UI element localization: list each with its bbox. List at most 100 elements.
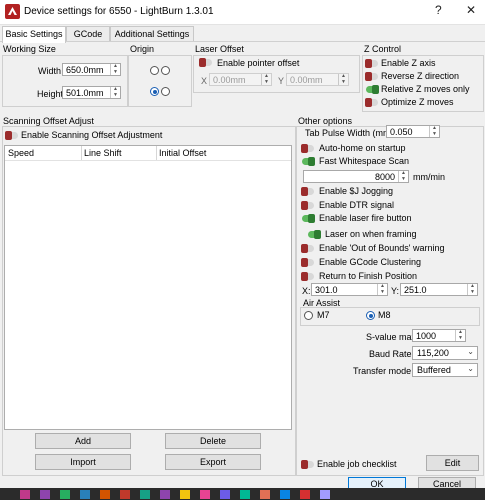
tab-pulse-label: Tab Pulse Width (mm)	[305, 128, 394, 138]
laser-framing-toggle[interactable]	[308, 230, 321, 239]
column-speed[interactable]: Speed	[8, 148, 34, 158]
taskbar-app-icon[interactable]	[60, 490, 70, 499]
origin-group	[128, 55, 192, 107]
scanning-offset-toggle[interactable]	[5, 131, 18, 140]
column-initial-offset[interactable]: Initial Offset	[159, 148, 206, 158]
out-of-bounds-toggle[interactable]	[301, 244, 314, 253]
title-bar: Device settings for 6550 - LightBurn 1.3…	[0, 0, 485, 25]
close-button[interactable]: ✕	[466, 3, 476, 17]
pointer-offset-toggle[interactable]	[199, 58, 212, 67]
offset-x-label: X	[201, 76, 208, 86]
taskbar-app-icon[interactable]	[100, 490, 110, 499]
whitespace-speed-input[interactable]: 8000 ▲ ▼	[303, 170, 409, 183]
other-options-title: Other options	[298, 116, 353, 126]
taskbar-app-icon[interactable]	[320, 490, 330, 499]
job-checklist-toggle[interactable]	[301, 460, 314, 469]
air-assist-m7-label: M7	[317, 310, 330, 320]
laser-offset-title: Laser Offset	[195, 44, 244, 54]
import-button[interactable]: Import	[35, 454, 131, 470]
jogging-toggle[interactable]	[301, 187, 314, 196]
taskbar-app-icon[interactable]	[240, 490, 250, 499]
whitespace-unit: mm/min	[413, 172, 445, 182]
auto-home-toggle[interactable]	[301, 144, 314, 153]
taskbar-app-icon[interactable]	[200, 490, 210, 499]
delete-button[interactable]: Delete	[165, 433, 261, 449]
taskbar-app-icon[interactable]	[260, 490, 270, 499]
return-finish-toggle[interactable]	[301, 272, 314, 281]
finish-x-input[interactable]: 301.0 ▲ ▼	[311, 283, 388, 296]
column-line-shift[interactable]: Line Shift	[84, 148, 122, 158]
pointer-offset-label: Enable pointer offset	[217, 58, 300, 68]
export-button[interactable]: Export	[165, 454, 261, 470]
finish-y-label: Y:	[391, 286, 400, 296]
add-button[interactable]: Add	[35, 433, 131, 449]
scanning-offset-label: Enable Scanning Offset Adjustment	[21, 130, 163, 140]
taskbar-app-icon[interactable]	[280, 490, 290, 499]
laser-fire-label: Enable laser fire button	[319, 213, 412, 223]
taskbar-app-icon[interactable]	[140, 490, 150, 499]
tab-pulse-input[interactable]: 0.050 ▲ ▼	[386, 125, 440, 138]
baud-rate-label: Baud Rate	[369, 349, 412, 359]
svalue-input[interactable]: 1000 ▲ ▼	[412, 329, 466, 342]
tab-additional-settings[interactable]: Additional Settings	[110, 26, 194, 42]
finish-x-label: X:	[302, 286, 311, 296]
dtr-toggle[interactable]	[301, 201, 314, 210]
taskbar-app-icon[interactable]	[180, 490, 190, 499]
job-checklist-label: Enable job checklist	[317, 459, 397, 469]
taskbar-app-icon[interactable]	[120, 490, 130, 499]
origin-top-left-radio[interactable]	[150, 66, 159, 75]
gcode-clustering-toggle[interactable]	[301, 258, 314, 267]
taskbar-app-icon[interactable]	[160, 490, 170, 499]
origin-bottom-right-radio[interactable]	[161, 87, 170, 96]
relative-z-label: Relative Z moves only	[381, 84, 470, 94]
scanning-title: Scanning Offset Adjust	[3, 116, 94, 126]
taskbar-app-icon[interactable]	[40, 490, 50, 499]
z-control-title: Z Control	[364, 44, 402, 54]
height-input[interactable]: 501.0mm ▲ ▼	[62, 86, 121, 99]
return-finish-label: Return to Finish Position	[319, 271, 418, 281]
fast-whitespace-label: Fast Whitespace Scan	[319, 156, 410, 166]
origin-bottom-left-radio[interactable]	[150, 87, 159, 96]
lightburn-logo-icon	[5, 4, 20, 19]
edit-checklist-button[interactable]: Edit	[426, 455, 479, 471]
baud-rate-select[interactable]: 115,200 ⌄	[412, 346, 478, 360]
width-input[interactable]: 650.0mm ▲ ▼	[62, 63, 121, 76]
offset-y-label: Y	[278, 76, 285, 86]
taskbar-app-icon[interactable]	[80, 490, 90, 499]
laser-framing-label: Laser on when framing	[325, 229, 417, 239]
help-button[interactable]: ?	[435, 3, 442, 17]
scanning-table[interactable]: Speed Line Shift Initial Offset	[4, 145, 292, 430]
finish-y-input[interactable]: 251.0 ▲ ▼	[400, 283, 478, 296]
enable-z-axis-toggle[interactable]	[365, 59, 378, 68]
gcode-clustering-label: Enable GCode Clustering	[319, 257, 422, 267]
optimize-z-label: Optimize Z moves	[381, 97, 454, 107]
dtr-label: Enable DTR signal	[319, 200, 395, 210]
svalue-label: S-value max	[366, 332, 417, 342]
origin-top-right-radio[interactable]	[161, 66, 170, 75]
origin-title: Origin	[130, 44, 155, 54]
tab-basic-settings[interactable]: Basic Settings	[2, 26, 66, 43]
laser-fire-toggle[interactable]	[302, 214, 315, 223]
transfer-mode-label: Transfer mode	[353, 366, 412, 376]
working-size-title: Working Size	[3, 44, 56, 54]
reverse-z-label: Reverse Z direction	[381, 71, 460, 81]
chevron-down-icon: ⌄	[467, 364, 474, 373]
tab-bar: Basic Settings GCode Additional Settings	[0, 26, 485, 43]
offset-x-input[interactable]: 0.00mm ▲ ▼	[209, 73, 272, 86]
taskbar-app-icon[interactable]	[220, 490, 230, 499]
width-label: Width	[38, 66, 62, 76]
offset-y-input[interactable]: 0.00mm ▲ ▼	[286, 73, 349, 86]
chevron-down-icon: ⌄	[467, 347, 474, 356]
air-assist-m8-radio[interactable]	[366, 311, 375, 320]
transfer-mode-select[interactable]: Buffered ⌄	[412, 363, 478, 377]
air-assist-m7-radio[interactable]	[304, 311, 313, 320]
height-label: Height	[37, 89, 64, 99]
reverse-z-toggle[interactable]	[365, 72, 378, 81]
taskbar-app-icon[interactable]	[20, 490, 30, 499]
taskbar-app-icon[interactable]	[300, 490, 310, 499]
relative-z-toggle[interactable]	[366, 85, 379, 94]
enable-z-axis-label: Enable Z axis	[381, 58, 436, 68]
optimize-z-toggle[interactable]	[365, 98, 378, 107]
tab-gcode[interactable]: GCode	[66, 26, 110, 42]
fast-whitespace-toggle[interactable]	[302, 157, 315, 166]
